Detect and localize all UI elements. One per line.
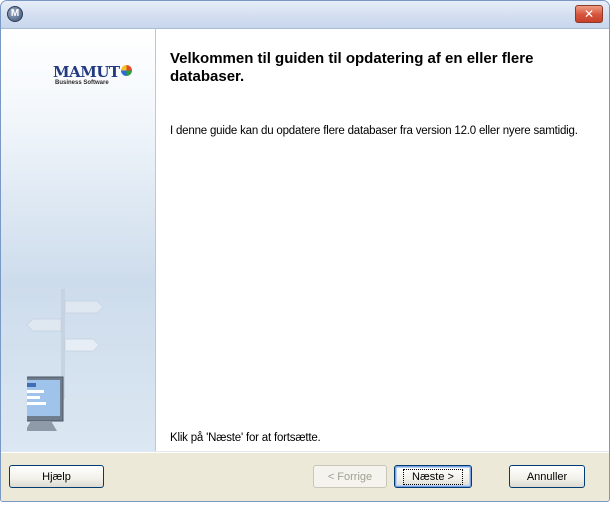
wizard-window: M ✕ MAMUT Business Software Velkommen ti… (0, 0, 610, 502)
page-title: Velkommen til guiden til opdatering af e… (170, 50, 534, 85)
signpost-computer-illustration (27, 289, 104, 431)
next-button-label: Næste > (403, 468, 463, 485)
logo-tagline: Business Software (55, 80, 109, 86)
continue-instruction: Klik på 'Næste' for at fortsætte. (170, 432, 321, 444)
app-icon: M (7, 6, 23, 22)
cancel-button[interactable]: Annuller (509, 465, 585, 488)
close-button[interactable]: ✕ (575, 5, 603, 23)
help-button[interactable]: Hjælp (9, 465, 104, 488)
title-bar[interactable]: M ✕ (1, 1, 609, 29)
previous-button[interactable]: < Forrige (313, 465, 387, 488)
next-button[interactable]: Næste > (394, 465, 472, 488)
description-text: I denne guide kan du opdatere flere data… (170, 125, 578, 137)
button-bar: Hjælp < Forrige Næste > Annuller (1, 452, 609, 501)
logo-wordmark: MAMUT (53, 63, 120, 81)
logo-color-mark (121, 65, 132, 76)
wizard-sidebar: MAMUT Business Software (1, 29, 156, 451)
wizard-content: Velkommen til guiden til opdatering af e… (156, 29, 609, 451)
mamut-logo: MAMUT Business Software (53, 63, 133, 89)
